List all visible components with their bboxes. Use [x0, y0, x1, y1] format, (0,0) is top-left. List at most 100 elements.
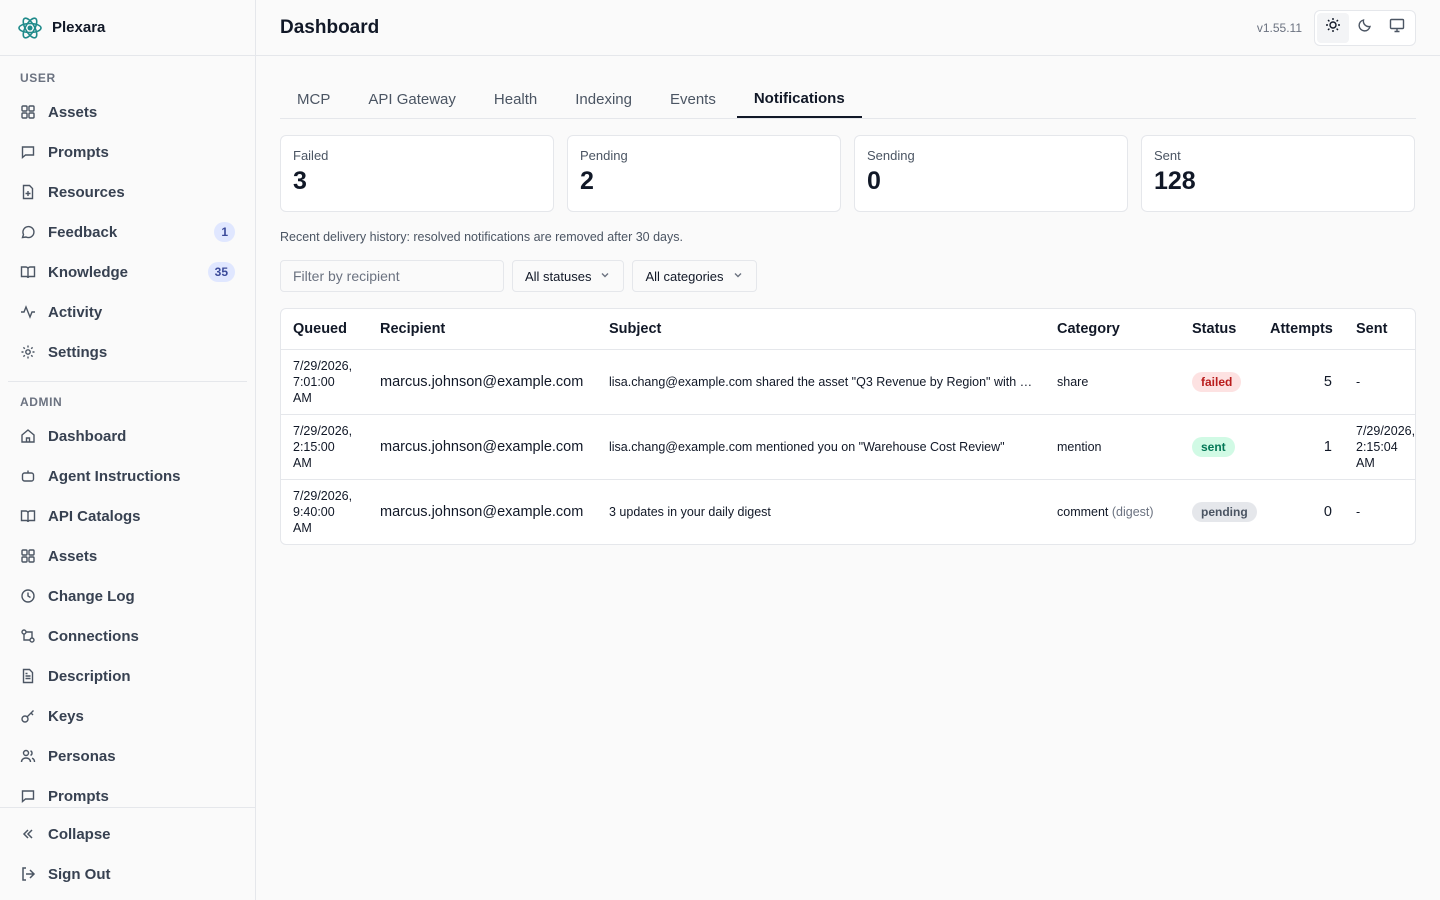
app-version: v1.55.11	[1256, 20, 1302, 35]
cell-subject: lisa.chang@example.com shared the asset …	[597, 349, 1045, 415]
plexara-logo-icon	[16, 14, 44, 42]
sidebar-item-label: Assets	[48, 103, 98, 121]
status-select[interactable]: All statuses	[512, 260, 625, 292]
table-row[interactable]: 7/29/2026, 7:01:00 AM marcus.johnson@exampl…	[281, 349, 1415, 415]
table-row[interactable]: 7/29/2026, 2:15:00 AM marcus.johnson@exampl…	[281, 414, 1415, 480]
column-header-subject[interactable]: Subject	[597, 309, 1045, 350]
stat-label: Sending	[867, 148, 915, 163]
sidebar-item-change-log[interactable]: Change Log	[0, 576, 255, 616]
tab-notifications[interactable]: Notifications	[736, 81, 862, 118]
column-header-queued[interactable]: Queued	[281, 309, 368, 350]
category-value: comment	[1057, 504, 1109, 519]
collapse-button[interactable]: Collapse	[0, 814, 255, 854]
tab-health[interactable]: Health	[477, 81, 554, 118]
system-theme-button[interactable]	[1381, 13, 1413, 43]
topbar: Dashboard v1.55.11	[256, 0, 1440, 56]
column-header-attempts[interactable]: Attempts	[1258, 309, 1344, 350]
stat-card-failed: Failed 3	[280, 135, 554, 212]
status-badge: failed	[1192, 371, 1242, 392]
sidebar-item-connections[interactable]: Connections	[0, 616, 255, 656]
sign-out-button[interactable]: Sign Out	[0, 854, 255, 894]
filters: All statuses All categories	[280, 260, 1416, 292]
cell-recipient: marcus.johnson@example.com	[368, 349, 597, 415]
sent-line: -	[1356, 374, 1361, 389]
sidebar-item-settings[interactable]: Settings	[0, 332, 255, 372]
monitor-icon	[1389, 17, 1405, 38]
sidebar-item-assets[interactable]: Assets	[0, 92, 255, 132]
column-header-sent[interactable]: Sent	[1344, 309, 1415, 350]
history-note: Recent delivery history: resolved notifi…	[280, 230, 683, 244]
sidebar-item-prompts[interactable]: Prompts	[0, 132, 255, 172]
cell-category: share	[1045, 349, 1180, 415]
notifications-table: Queued Recipient Subject Category Status Atte…	[280, 308, 1416, 545]
sidebar-item-label: Assets	[48, 547, 98, 565]
connections-icon	[20, 628, 36, 644]
stats-row: Failed 3 Pending 2 Sending 0 Sent 128	[280, 135, 1416, 212]
category-value: share	[1057, 374, 1089, 389]
sidebar-item-label: Activity	[48, 303, 103, 321]
stat-label: Sent	[1154, 148, 1181, 163]
status-badge: sent	[1192, 436, 1235, 457]
queued-line: AM	[293, 390, 312, 405]
brand[interactable]: Plexara	[0, 0, 255, 56]
section-label-user: USER	[20, 71, 56, 85]
user-nav: Assets Prompts Resources Feedback 1 Knowledge…	[0, 92, 255, 372]
status-select-value: All statuses	[525, 268, 592, 284]
book-open-icon	[20, 508, 36, 524]
sidebar-item-knowledge[interactable]: Knowledge 35	[0, 252, 255, 292]
sidebar-item-api-catalogs[interactable]: API Catalogs	[0, 496, 255, 536]
file-text-icon	[20, 668, 36, 684]
table-row[interactable]: 7/29/2026, 9:40:00 AM marcus.johnson@exampl…	[281, 479, 1415, 544]
sidebar-item-description[interactable]: Description	[0, 656, 255, 696]
book-open-icon	[20, 264, 36, 280]
tab-api-gateway[interactable]: API Gateway	[351, 81, 473, 118]
category-select-value: All categories	[645, 268, 724, 284]
stat-label: Pending	[580, 148, 628, 163]
key-icon	[20, 708, 36, 724]
cell-attempts: 1	[1258, 414, 1344, 480]
cell-status: failed	[1180, 349, 1258, 415]
chevrons-left-icon	[20, 826, 36, 842]
sidebar-item-label: Keys	[48, 707, 84, 725]
sidebar-item-keys[interactable]: Keys	[0, 696, 255, 736]
status-badge: pending	[1192, 501, 1257, 522]
sidebar-item-personas[interactable]: Personas	[0, 736, 255, 776]
cell-category: comment (digest)	[1045, 479, 1180, 544]
table-header-row: Queued Recipient Subject Category Status Atte…	[281, 309, 1415, 350]
light-theme-button[interactable]	[1317, 12, 1349, 43]
sidebar-item-feedback[interactable]: Feedback 1	[0, 212, 255, 252]
cell-recipient: marcus.johnson@example.com	[368, 414, 597, 480]
sidebar-item-dashboard[interactable]: Dashboard	[0, 416, 255, 456]
column-header-category[interactable]: Category	[1045, 309, 1180, 350]
column-header-status[interactable]: Status	[1180, 309, 1258, 350]
category-value: mention	[1057, 439, 1102, 454]
sidebar-item-label: Change Log	[48, 587, 135, 605]
message-circle-icon	[20, 224, 36, 240]
grid-icon	[20, 548, 36, 564]
tab-mcp[interactable]: MCP	[280, 81, 347, 118]
cell-attempts: 0	[1323, 503, 1332, 520]
page-title: Dashboard	[280, 16, 380, 38]
tab-indexing[interactable]: Indexing	[558, 81, 649, 118]
sidebar: Plexara USER Assets Prompts Resources Feedb…	[0, 0, 256, 900]
sidebar-item-label: Feedback	[48, 223, 118, 241]
stat-card-pending: Pending 2	[567, 135, 841, 212]
queued-line: AM	[293, 520, 312, 535]
queued-line: 7/29/2026,	[293, 358, 353, 373]
category-select[interactable]: All categories	[632, 260, 757, 292]
sidebar-item-assets[interactable]: Assets	[0, 536, 255, 576]
tab-events[interactable]: Events	[653, 81, 733, 118]
sent-line: 2:15:04	[1356, 439, 1398, 454]
theme-toggle	[1314, 9, 1416, 46]
column-header-recipient[interactable]: Recipient	[368, 309, 597, 350]
home-icon	[20, 428, 36, 444]
sidebar-item-label: Connections	[48, 627, 139, 645]
sidebar-item-activity[interactable]: Activity	[0, 292, 255, 332]
recipient-filter-input[interactable]	[280, 260, 504, 292]
sidebar-item-resources[interactable]: Resources	[0, 172, 255, 212]
cell-status: sent	[1180, 414, 1258, 480]
sidebar-item-agent-instructions[interactable]: Agent Instructions	[0, 456, 255, 496]
queued-line: 7:01:00	[293, 374, 335, 389]
sent-line: AM	[1356, 455, 1375, 470]
dark-theme-button[interactable]	[1349, 13, 1381, 43]
